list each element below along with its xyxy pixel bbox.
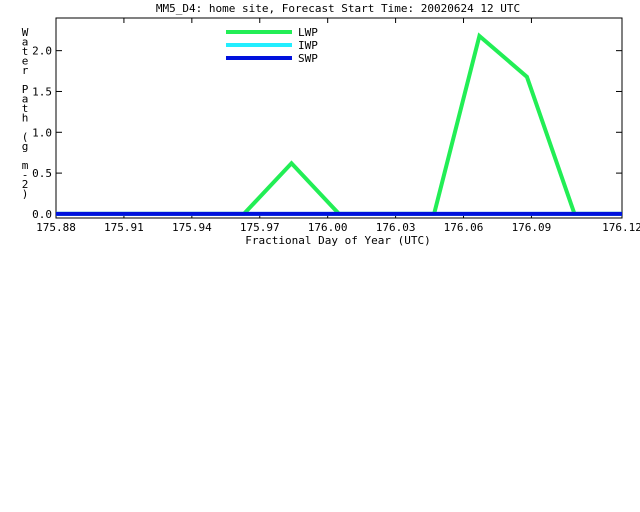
x-axis-label: Fractional Day of Year (UTC) [245,234,430,247]
legend-label-lwp: LWP [298,26,318,39]
water-path-chart: MM5_D4: home site, Forecast Start Time: … [22,2,640,247]
x-tick-label: 175.97 [240,221,280,234]
y-axis-label-glyph: r [22,64,29,77]
y-axis-label-glyph: h [22,112,29,125]
y-tick-label: 0.5 [32,167,52,180]
y-tick-label: 1.5 [32,85,52,98]
y-tick-label: 1.0 [32,126,52,139]
x-tick-label: 175.91 [104,221,144,234]
y-axis-label: WaterPath(gm-2) [22,26,29,201]
y-tick-label: 0.0 [32,208,52,221]
x-tick-label: 176.06 [444,221,484,234]
series-line-lwp [56,32,622,216]
x-axis-ticks: 175.88 175.91 175.94 175.97 176.00 176.03 176.… [36,18,640,234]
y-axis-ticks: 0.0 0.5 1.0 1.5 2.0 [32,45,622,221]
series-lines [56,32,622,216]
x-tick-label: 175.94 [172,221,212,234]
x-tick-label: 176.09 [512,221,552,234]
x-tick-label: 176.00 [308,221,348,234]
legend-label-swp: SWP [298,52,318,65]
y-tick-label: 2.0 [32,45,52,58]
y-axis-label-glyph: g [22,140,29,153]
x-tick-label: 176.12 [602,221,640,234]
x-tick-label: 175.88 [36,221,76,234]
chart-title: MM5_D4: home site, Forecast Start Time: … [156,2,520,15]
legend: LWPIWPSWP [226,26,318,65]
y-axis-label-glyph: ) [22,188,29,201]
legend-label-iwp: IWP [298,39,318,52]
x-tick-label: 176.03 [376,221,416,234]
plot-frame [55,17,623,219]
